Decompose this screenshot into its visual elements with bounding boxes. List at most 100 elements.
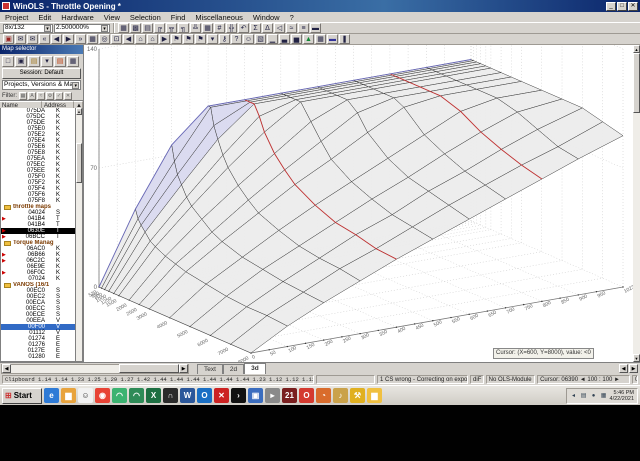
- layout-dropdown-icon[interactable]: ▦: [315, 34, 326, 44]
- taskbar-console-icon[interactable]: ›: [231, 388, 246, 403]
- forward-icon[interactable]: ▶: [159, 34, 170, 44]
- home2-icon[interactable]: ⌂: [147, 34, 158, 44]
- minimize-button[interactable]: _: [606, 1, 616, 11]
- sidebar-scrollbar[interactable]: ▲: [75, 108, 82, 361]
- menu-selection[interactable]: Selection: [125, 13, 166, 22]
- taskbar-folder-icon[interactable]: ▆: [61, 388, 76, 403]
- spinner-icon[interactable]: ▾: [44, 24, 51, 32]
- taskbar-red-21-icon[interactable]: 21: [282, 388, 297, 403]
- tab-text[interactable]: Text: [197, 363, 223, 375]
- tab-3d[interactable]: 3d: [244, 362, 266, 375]
- tray-icon-0[interactable]: ◂: [570, 392, 578, 400]
- menu-miscellaneous[interactable]: Miscellaneous: [190, 13, 248, 22]
- menu-view[interactable]: View: [99, 13, 125, 22]
- preview-icon[interactable]: ⊡: [111, 34, 122, 44]
- taskbar-wrench-icon[interactable]: ⚒: [350, 388, 365, 403]
- filter-button-3[interactable]: ⚙: [46, 91, 54, 100]
- insert-column-left-icon[interactable]: ╔: [154, 23, 165, 33]
- menu-window[interactable]: Window: [248, 13, 285, 22]
- taskbar-ie-icon[interactable]: e: [44, 388, 59, 403]
- new-icon[interactable]: □: [2, 55, 14, 67]
- next-version-icon[interactable]: ▶: [63, 34, 74, 44]
- menu-[interactable]: ?: [285, 13, 299, 22]
- taskbar-outlook-icon[interactable]: O: [197, 388, 212, 403]
- grid-view-icon[interactable]: ▦: [87, 34, 98, 44]
- filter-button-0[interactable]: ▦: [19, 91, 27, 100]
- help-icon[interactable]: ?: [231, 34, 242, 44]
- taskbar-green-app-icon[interactable]: ◠: [112, 388, 127, 403]
- tree-row[interactable]: ▶01280E: [1, 354, 75, 360]
- map-3d-icon[interactable]: ▩: [130, 23, 141, 33]
- column-header-name[interactable]: Name: [0, 101, 42, 109]
- taskbar-winamp-icon[interactable]: ♪: [333, 388, 348, 403]
- window-split-icon[interactable]: ╬: [226, 23, 237, 33]
- scroll-left-icon[interactable]: ◀: [619, 364, 628, 373]
- project-icon[interactable]: ▣: [3, 34, 14, 44]
- sidebar-caption[interactable]: Map selector: [0, 45, 83, 54]
- taskbar-chrome-icon[interactable]: ◉: [95, 388, 110, 403]
- taskbar-obd-app-icon[interactable]: ☺: [78, 388, 93, 403]
- title-bar[interactable]: WinOLS - Throttle Opening * _ □ ✕: [0, 0, 640, 12]
- taskbar-media-app-icon[interactable]: ▸: [265, 388, 280, 403]
- flag1-icon[interactable]: ⚑: [171, 34, 182, 44]
- mail2-icon[interactable]: ✉: [27, 34, 38, 44]
- list-icon[interactable]: ≡: [298, 23, 309, 33]
- tray-icon-2[interactable]: ●: [590, 392, 598, 400]
- bar-icon[interactable]: ❚: [339, 34, 350, 44]
- scroll-thumb[interactable]: [633, 53, 640, 113]
- curve-icon[interactable]: ≈: [286, 23, 297, 33]
- open-folder-icon[interactable]: ▤: [28, 55, 40, 67]
- first-version-icon[interactable]: «: [39, 34, 50, 44]
- spinner-icon[interactable]: ▾: [101, 24, 108, 32]
- tab-2d[interactable]: 2d: [222, 363, 245, 375]
- taskbar-word-icon[interactable]: W: [180, 388, 195, 403]
- home-icon[interactable]: ⌂: [135, 34, 146, 44]
- scroll-left-icon[interactable]: ◀: [2, 364, 11, 373]
- properties-icon[interactable]: ▦: [67, 55, 79, 67]
- menu-edit[interactable]: Edit: [33, 13, 56, 22]
- chart1-icon[interactable]: ▁: [267, 34, 278, 44]
- taskbar-excel-icon[interactable]: X: [146, 388, 161, 403]
- menu-find[interactable]: Find: [166, 13, 191, 22]
- scroll-right-icon[interactable]: ▶: [179, 364, 188, 373]
- filter-button-4[interactable]: ✓: [55, 91, 63, 100]
- taskbar-red-utility-icon[interactable]: ✕: [214, 388, 229, 403]
- undo-icon[interactable]: ↶: [238, 23, 249, 33]
- insert-column-icon[interactable]: ╦: [166, 23, 177, 33]
- flag2-icon[interactable]: ⚑: [183, 34, 194, 44]
- hash-icon[interactable]: #: [214, 23, 225, 33]
- solid-icon[interactable]: ▬: [327, 34, 338, 44]
- scroll-right-icon[interactable]: ▶: [629, 364, 638, 373]
- save-icon[interactable]: ▣: [15, 55, 27, 67]
- taskbar-green-app2-icon[interactable]: ◠: [129, 388, 144, 403]
- tray-icon-1[interactable]: ▤: [580, 392, 588, 400]
- value-format-combo[interactable]: 8x/132 ▾: [3, 23, 53, 33]
- picture-icon[interactable]: ▧: [255, 34, 266, 44]
- chart3-icon[interactable]: ▅: [291, 34, 302, 44]
- scroll-thumb[interactable]: [76, 143, 82, 183]
- sum-icon[interactable]: Σ: [250, 23, 261, 33]
- taskbar-opera-icon[interactable]: O: [299, 388, 314, 403]
- flag3-icon[interactable]: ⚑: [195, 34, 206, 44]
- triangle-left-icon[interactable]: ◁: [274, 23, 285, 33]
- filter-button-1[interactable]: A: [28, 91, 36, 100]
- smiley-icon[interactable]: ☺: [243, 34, 254, 44]
- start-button[interactable]: ⊞ Start: [2, 387, 42, 404]
- zoom-icon[interactable]: ◎: [99, 34, 110, 44]
- scroll-up-icon[interactable]: ▲: [633, 45, 640, 53]
- chart-horizontal-scrollbar[interactable]: ◀ ▶: [619, 364, 638, 373]
- maximize-button[interactable]: □: [617, 1, 627, 11]
- chart-vertical-scrollbar[interactable]: ▲ ▼: [633, 45, 640, 362]
- green-chart-icon[interactable]: ▲: [303, 34, 314, 44]
- last-version-icon[interactable]: »: [75, 34, 86, 44]
- bars-icon[interactable]: ▬: [310, 23, 321, 33]
- tray-icon-3[interactable]: ▦: [600, 392, 608, 400]
- close-button[interactable]: ✕: [628, 1, 638, 11]
- zoom-factor-combo[interactable]: 2.500000% ▾: [54, 23, 110, 33]
- delta-icon[interactable]: Δ: [262, 23, 273, 33]
- session-button[interactable]: Session: Default: [2, 68, 81, 79]
- scroll-thumb[interactable]: [119, 364, 179, 373]
- insert-row-bottom-icon[interactable]: ╩: [190, 23, 201, 33]
- chevron-down-icon[interactable]: ▾: [72, 81, 79, 89]
- menu-project[interactable]: Project: [0, 13, 33, 22]
